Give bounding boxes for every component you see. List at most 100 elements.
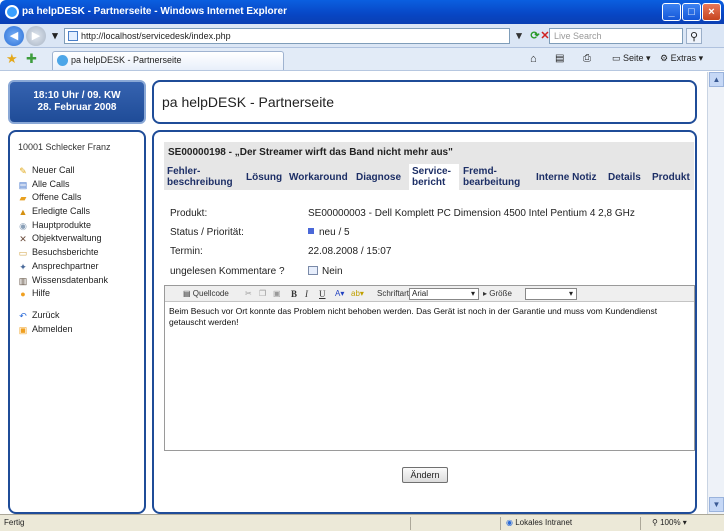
date-box: 18:10 Uhr / 09. KW 28. Februar 2008	[8, 80, 146, 124]
print-icon[interactable]: ⎙	[583, 53, 591, 64]
address-bar: ◀ ▶ ▾ http://localhost/servicedesk/index…	[0, 24, 724, 48]
status-value: neu / 5	[319, 227, 350, 238]
sidebar-item-alle-calls[interactable]: ▤ Alle Calls	[18, 178, 136, 192]
app-header: pa helpDESK - Partnerseite	[152, 80, 697, 124]
sidebar-item-offene-calls[interactable]: ▰ Offene Calls	[18, 191, 136, 205]
zoom-control[interactable]: ⚲ 100% ▾	[652, 518, 687, 527]
date-day: 28. Februar 2008	[37, 102, 117, 113]
sidebar-item-label: Neuer Call	[32, 165, 75, 175]
status-label: Status / Priorität:	[170, 227, 244, 238]
save-button[interactable]: Ändern	[402, 467, 448, 483]
intranet-icon: ◉	[506, 518, 513, 527]
app-title: pa helpDESK - Partnerseite	[162, 94, 334, 110]
search-icon[interactable]: ⚲	[686, 28, 702, 44]
maximize-button[interactable]: □	[682, 3, 701, 21]
document-icon: ▭	[18, 248, 28, 259]
sidebar-item-objektverwaltung[interactable]: ✕ Objektverwaltung	[18, 232, 136, 246]
url-dropdown-icon[interactable]: ▾	[512, 29, 526, 43]
comments-checkbox[interactable]	[308, 266, 318, 275]
cut-icon[interactable]: ✂	[245, 288, 252, 300]
case-title: SE00000198 - „Der Streamer wirft das Ban…	[164, 142, 694, 164]
window-title: pa helpDESK - Partnerseite - Windows Int…	[22, 6, 287, 17]
sidebar-item-hauptprodukte[interactable]: ◉ Hauptprodukte	[18, 219, 136, 233]
sidebar-item-wissensdatenbank[interactable]: ▥ Wissensdatenbank	[18, 274, 136, 288]
back-button[interactable]: ◀	[4, 26, 24, 46]
forward-button[interactable]: ▶	[26, 26, 46, 46]
product-value: SE00000003 - Dell Komplett PC Dimension …	[308, 208, 635, 219]
close-button[interactable]: ×	[702, 3, 721, 21]
underline-button[interactable]: U	[319, 288, 326, 300]
comments-label: ungelesen Kommentare ?	[170, 266, 285, 277]
tools-icon: ✕	[19, 234, 27, 245]
sidebar-item-label: Ansprechpartner	[32, 260, 99, 271]
feeds-icon[interactable]: ▤	[555, 53, 564, 64]
page-icon	[68, 31, 78, 41]
paste-icon[interactable]: ▣	[273, 288, 281, 300]
pencil-icon: ✎	[19, 166, 27, 176]
product-label: Produkt:	[170, 208, 208, 219]
sidebar-item-hilfe[interactable]: ● Hilfe	[18, 287, 136, 301]
zoom-icon: ⚲	[652, 518, 658, 527]
sidebar-item-label: Erledigte Calls	[32, 206, 91, 217]
status-text: Fertig	[4, 518, 25, 527]
open-folder-icon: ▰	[19, 193, 27, 204]
history-dropdown-icon[interactable]: ▾	[48, 29, 62, 43]
text-color-icon[interactable]: A▾	[335, 288, 344, 300]
copy-icon[interactable]: ❐	[259, 288, 266, 300]
tab-fehlerbeschreibung[interactable]: Fehler- beschreibung	[164, 164, 241, 190]
sidebar-item-label: Wissensdatenbank	[32, 274, 109, 285]
size-label: ▸ Größe	[483, 289, 512, 298]
zone-indicator: ◉ Lokales Intranet	[506, 518, 573, 527]
tab-loesung[interactable]: Lösung	[242, 164, 287, 190]
tab-interne-notiz[interactable]: Interne Notiz	[532, 164, 605, 190]
rich-text-editor[interactable]: ▤ Quellcode ✂ ❐ ▣ B I U A▾ ab▾ Schriftar…	[164, 285, 695, 451]
bold-button[interactable]: B	[291, 288, 297, 300]
scroll-down-icon[interactable]: ▼	[709, 497, 724, 512]
url-field[interactable]: http://localhost/servicedesk/index.php	[64, 28, 510, 44]
status-divider	[640, 517, 641, 530]
home-icon[interactable]: ⌂	[530, 53, 537, 65]
sidebar: 10001 Schlecker Franz ✎ Neuer Call ▤ Alle C…	[8, 130, 146, 514]
sidebar-item-label: Abmelden	[32, 323, 73, 334]
vertical-scrollbar[interactable]: ▲ ▼	[707, 72, 724, 514]
add-favorite-icon[interactable]: ✚	[26, 51, 37, 67]
editor-text[interactable]: Beim Besuch vor Ort konnte das Problem n…	[169, 306, 689, 328]
browser-tab[interactable]: pa helpDESK - Partnerseite	[52, 51, 284, 70]
status-dot-icon	[308, 228, 314, 234]
extras-menu[interactable]: ⚙ Extras ▾	[660, 53, 703, 64]
bg-color-icon[interactable]: ab▾	[351, 288, 364, 300]
sidebar-item-besuchsberichte[interactable]: ▭ Besuchsberichte	[18, 246, 136, 260]
search-input[interactable]: Live Search	[549, 28, 683, 44]
tab-workaround[interactable]: Workaround	[287, 164, 353, 190]
window-titlebar: pa helpDESK - Partnerseite - Windows Int…	[0, 0, 724, 24]
size-select[interactable]: ▾	[525, 288, 577, 300]
sidebar-item-zur-ck[interactable]: ↶ Zurück	[18, 309, 136, 323]
case-tabs: Fehler- beschreibung Lösung Workaround D…	[164, 164, 694, 190]
tab-produkt[interactable]: Produkt	[649, 164, 694, 190]
sidebar-item-abmelden[interactable]: ▣ Abmelden	[18, 323, 136, 337]
comments-value-wrap: Nein	[308, 266, 343, 277]
italic-button[interactable]: I	[305, 288, 308, 300]
status-divider	[500, 517, 501, 530]
sidebar-item-erledigte-calls[interactable]: ▲ Erledigte Calls	[18, 205, 136, 219]
sidebar-item-label: Zurück	[32, 309, 60, 320]
comments-value: Nein	[322, 266, 343, 277]
font-select[interactable]: Arial ▾	[409, 288, 479, 300]
tab-fremdbearbeitung[interactable]: Fremd- bearbeitung	[459, 164, 532, 190]
tab-details[interactable]: Details	[605, 164, 649, 190]
minimize-button[interactable]: _	[662, 3, 681, 21]
tab-diagnose[interactable]: Diagnose	[353, 164, 409, 190]
tab-servicebericht[interactable]: Service- bericht	[409, 164, 459, 190]
books-icon: ▥	[18, 275, 28, 286]
date-value: 22.08.2008 / 15:07	[308, 246, 392, 257]
page-menu[interactable]: ▭ Seite ▾	[612, 53, 651, 64]
scroll-up-icon[interactable]: ▲	[709, 72, 724, 87]
date-label: Termin:	[170, 246, 203, 257]
back-arrow-icon: ↶	[19, 310, 27, 321]
sidebar-item-label: Alle Calls	[32, 178, 70, 189]
main-panel: SE00000198 - „Der Streamer wirft das Ban…	[152, 130, 697, 514]
favorites-star-icon[interactable]: ★	[6, 51, 18, 67]
sidebar-item-ansprechpartner[interactable]: ✦ Ansprechpartner	[18, 260, 136, 274]
source-button[interactable]: ▤ Quellcode	[183, 288, 229, 300]
sidebar-item-neuer-call[interactable]: ✎ Neuer Call	[18, 164, 136, 178]
